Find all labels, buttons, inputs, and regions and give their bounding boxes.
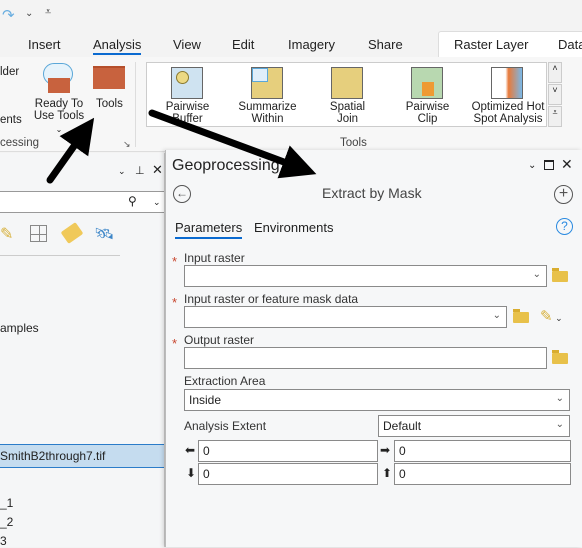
annotation-arrows <box>46 109 317 184</box>
arrow-to-tools <box>46 117 95 184</box>
arrow-to-tool-title <box>148 109 317 179</box>
